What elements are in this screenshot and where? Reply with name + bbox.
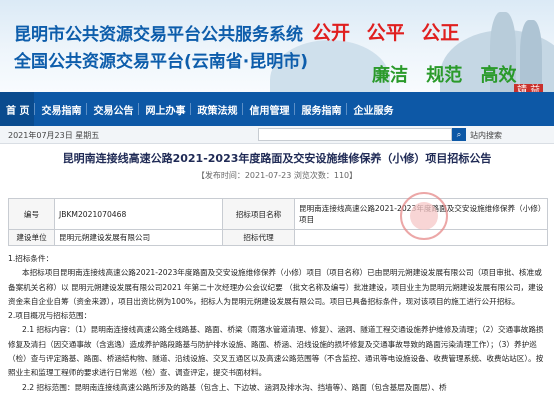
main-nav: 首 页 交易指南 交易公告 网上办事 政策法规 信用管理 服务指南 企业服务 [0,92,554,126]
info-table: 编号 JBKM2021070468 招标项目名称 昆明南连接线高速公路2021-… [8,198,548,246]
search-icon: ⌕ [456,130,462,139]
stone-forest-shape [520,20,542,92]
nav-item-policy[interactable]: 政策法规 [191,92,242,126]
site-banner: 昆明市公共资源交易平台公共服务系统 全国公共资源交易平台(云南省·昆明市) 公开… [0,0,554,92]
section-heading: 1.招标条件： [8,254,54,263]
section-heading: 2.项目概况与招标范围： [8,311,92,321]
notice-body: 1.招标条件： 本招标项目昆明南连接线高速公路2021-2023年度路面及交安设… [8,252,548,395]
code-label: 编号 [8,198,55,230]
paragraph: 本招标项目昆明南连接线高速公路2021-2023年度路面及交安设施维修保养（小修… [8,268,544,306]
unit-value: 昆明元朔建设发展有限公司 [54,229,223,246]
page-meta: 【发布时间：2021-07-23 浏览次数：110】 [196,171,358,180]
nav-item-online[interactable]: 网上办事 [139,92,190,126]
page-title: 昆明南连接线高速公路2021-2023年度路面及交安设施维修保养（小修）项目招标… [62,152,492,165]
current-date: 2021年07月23日 星期五 [8,131,100,140]
nav-item-notices[interactable]: 交易公告 [87,92,138,126]
paragraph: 2.1 招标内容：（1）昆明南连接线高速公路全线路基、路面、桥梁（雨落水管道清理… [8,325,544,378]
banner-slogan-green: 廉洁 规范 高效 [372,65,517,86]
banner-slogan-red: 公开 公平 公正 [312,22,460,44]
banner-title-secondary: 全国公共资源交易平台(云南省·昆明市) [14,52,308,72]
search-button[interactable]: ⌕ [452,128,466,141]
paragraph: 2.2 招标范围：昆明南连接线高速公路所涉及的路基（包含上、下边坡、涵洞及排水沟… [22,382,447,392]
nav-item-credit[interactable]: 信用管理 [243,92,294,126]
nav-item-home[interactable]: 首 页 [0,92,35,126]
table-row: 建设单位 昆明元朔建设发展有限公司 招标代理 [8,229,548,246]
seal-center [410,202,438,230]
main-content: 昆明南连接线高速公路2021-2023年度路面及交安设施维修保养（小修）项目招标… [0,144,554,417]
banner-title-primary: 昆明市公共资源交易平台公共服务系统 [14,25,303,45]
nav-item-service[interactable]: 服务指南 [295,92,346,126]
nav-item-enterprise[interactable]: 企业服务 [347,92,398,126]
banner-stamp: 靖 益 [514,84,544,92]
nav-item-guide[interactable]: 交易指南 [35,92,86,126]
code-value: JBKM2021070468 [54,198,223,230]
site-search-label[interactable]: 站内搜索 [470,130,502,141]
unit-label: 建设单位 [8,229,55,246]
company-seal [400,192,448,240]
table-row: 编号 JBKM2021070468 招标项目名称 昆明南连接线高速公路2021-… [8,198,548,230]
search-input[interactable] [258,128,452,141]
sub-toolbar: 2021年07月23日 星期五 ⌕ 站内搜索 [0,126,554,144]
agent-label: 招标代理 [222,229,295,246]
project-name-label: 招标项目名称 [222,198,295,230]
